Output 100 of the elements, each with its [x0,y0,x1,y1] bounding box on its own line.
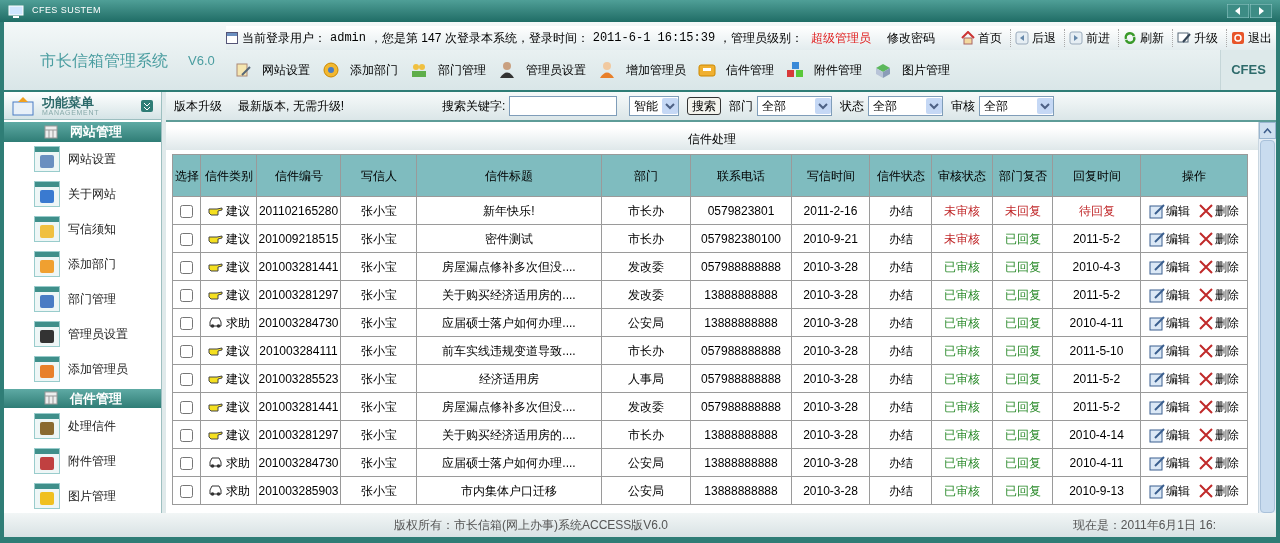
checkbox[interactable] [180,484,193,498]
category-label: 建议 [225,370,250,388]
edit-link[interactable]: 编辑 [1149,229,1190,248]
delete-link[interactable]: 删除 [1198,341,1239,360]
edit-link[interactable]: 编辑 [1149,369,1190,388]
top-link[interactable]: 首页 [957,29,1006,47]
table-cell: 张小宝 [340,224,417,253]
sidebar-item[interactable]: 管理员设置 [4,316,161,352]
checkbox[interactable] [180,344,193,358]
sidebar-item[interactable]: 网站设置 [4,141,161,177]
edit-link[interactable]: 编辑 [1149,453,1190,472]
search-field[interactable] [509,96,618,116]
edit-icon [1149,342,1165,359]
checkbox[interactable] [180,456,193,470]
toolbar-link[interactable]: 添加部门 [322,61,398,79]
delete-link[interactable]: 删除 [1198,397,1239,416]
table-cell: 13888888888 [690,308,792,337]
top-link[interactable]: 退出 [1226,29,1276,47]
toolbar-link[interactable]: 附件管理 [786,61,862,79]
reply-status: 已回复 [992,364,1053,393]
delete-link[interactable]: 删除 [1198,313,1239,332]
sidebar-item[interactable]: 处理信件 [4,408,161,443]
change-password-link[interactable]: 修改密码 [887,29,936,47]
dropdown[interactable]: 智能 [629,96,680,116]
table-cell: 办结 [869,364,932,393]
toolbar-link[interactable]: 增加管理员 [598,61,686,79]
sidebar-item[interactable]: 关于网站 [4,176,161,212]
sidebar-item[interactable]: 添加管理员 [4,351,161,387]
edit-link[interactable]: 编辑 [1149,341,1190,360]
column-header: 信件类别 [200,154,257,197]
edit-link[interactable]: 编辑 [1149,397,1190,416]
dropdown[interactable]: 全部 [979,96,1055,116]
checkbox[interactable] [180,428,193,442]
list-icon [34,321,60,347]
table-cell: 0579823801 [690,196,792,225]
edit-link[interactable]: 编辑 [1149,285,1190,304]
delete-link[interactable]: 删除 [1198,285,1239,304]
search-button[interactable]: 搜索 [687,97,722,115]
sidebar-item[interactable]: 添加部门 [4,246,161,282]
checkbox[interactable] [180,288,193,302]
pointing-hand-icon [207,400,223,413]
delete-link[interactable]: 删除 [1198,481,1239,500]
checkbox[interactable] [180,232,193,246]
checkbox[interactable] [180,260,193,274]
dropdown[interactable]: 全部 [868,96,944,116]
delete-link[interactable]: 删除 [1198,453,1239,472]
edit-link[interactable]: 编辑 [1149,425,1190,444]
edit-link[interactable]: 编辑 [1149,313,1190,332]
table-cell: 张小宝 [340,364,417,393]
edit-link[interactable]: 编辑 [1149,481,1190,500]
table-cell: 办结 [869,280,932,309]
scrollbar-thumb[interactable] [1260,140,1275,513]
section-header[interactable]: 信件管理 [4,388,161,408]
close-icon [1198,286,1214,303]
admin-level: 超级管理员 [811,30,872,47]
scroll-up-button[interactable] [1259,122,1276,139]
collapse-icon [141,99,153,112]
list-icon [34,146,60,172]
sidebar-item[interactable]: 部门管理 [4,281,161,317]
top-link[interactable]: 刷新 [1118,29,1168,47]
edit-icon [1149,482,1165,499]
search-label: 搜索关键字: [442,98,506,115]
table-cell: 应届硕士落户如何办理.... [416,308,602,337]
dropdown[interactable]: 全部 [757,96,833,116]
toolbar-link[interactable]: 部门管理 [410,61,486,79]
checkbox[interactable] [180,204,193,218]
toolbar-link[interactable]: 网站设置 [234,61,310,79]
table-cell: 张小宝 [340,392,417,421]
delete-link[interactable]: 删除 [1198,201,1239,220]
table-cell: 201003281297 [256,420,341,449]
checkbox[interactable] [180,400,193,414]
toolbar-link[interactable]: 信件管理 [698,61,774,79]
current-user-label: 当前登录用户： [242,30,326,47]
delete-link[interactable]: 删除 [1198,257,1239,276]
delete-link[interactable]: 删除 [1198,369,1239,388]
edit-link[interactable]: 编辑 [1149,257,1190,276]
review-status: 已审核 [931,448,993,477]
reply-status: 已回复 [992,336,1053,365]
toolbar-link[interactable]: 管理员设置 [498,61,586,79]
power-icon [1231,31,1245,45]
sidebar-item[interactable]: 写信须知 [4,211,161,247]
sidebar-item[interactable]: 图片管理 [4,478,161,513]
table-cell: 13888888888 [690,476,792,505]
checkbox[interactable] [180,372,193,386]
sidebar-item[interactable]: 附件管理 [4,443,161,478]
top-link[interactable]: 前进 [1064,29,1114,47]
close-icon [1198,258,1214,275]
table-cell: 2010-3-28 [791,336,870,365]
close-icon [1198,202,1214,219]
top-link[interactable]: 后退 [1010,29,1060,47]
close-icon [1198,398,1214,415]
delete-link[interactable]: 删除 [1198,425,1239,444]
edit-link[interactable]: 编辑 [1149,201,1190,220]
toolbar-link[interactable]: 图片管理 [874,61,950,79]
delete-link[interactable]: 删除 [1198,229,1239,248]
upgrade-message: 最新版本, 无需升级! [238,98,344,115]
filter-label: 审核 [951,98,976,115]
checkbox[interactable] [180,316,193,330]
top-link[interactable]: 升级 [1172,29,1222,47]
table-cell: 201003281441 [256,392,341,421]
